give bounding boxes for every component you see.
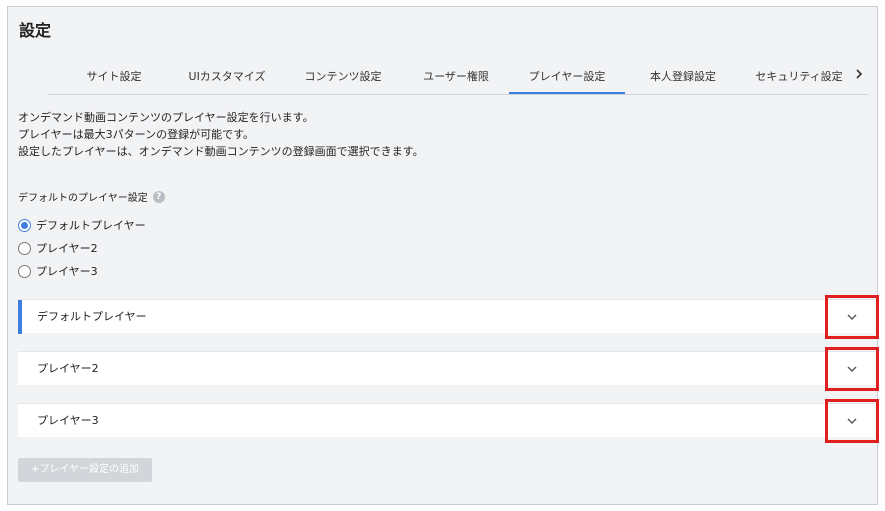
tab-identity-registration[interactable]: 本人登録設定: [637, 63, 729, 94]
tab-site-settings[interactable]: サイト設定: [76, 63, 152, 94]
accordion-expand-toggle[interactable]: [825, 399, 879, 443]
settings-panel: 設定 サイト設定 UIカスタマイズ コンテンツ設定 ユーザー権限 プレイヤー設定…: [7, 6, 879, 505]
accordion-default-player[interactable]: デフォルトプレイヤー: [18, 295, 879, 339]
radio-default-player[interactable]: デフォルトプレイヤー: [18, 217, 146, 233]
accordion-label: プレイヤー2: [37, 362, 99, 375]
radio-label: プレイヤー3: [36, 265, 98, 278]
accordion-player-3[interactable]: プレイヤー3: [18, 399, 879, 443]
description-line: 設定したプレイヤーは、オンデマンド動画コンテンツの登録画面で選択できます。: [18, 145, 424, 158]
accordion-expand-toggle[interactable]: [825, 295, 879, 339]
settings-tabs: サイト設定 UIカスタマイズ コンテンツ設定 ユーザー権限 プレイヤー設定 本人…: [48, 63, 868, 95]
radio-label: デフォルトプレイヤー: [36, 219, 146, 232]
description: オンデマンド動画コンテンツのプレイヤー設定を行います。 プレイヤーは最大3パター…: [18, 109, 424, 160]
accordion-expand-toggle[interactable]: [825, 347, 879, 391]
chevron-down-icon: [847, 418, 857, 424]
tab-content-settings[interactable]: コンテンツ設定: [295, 63, 391, 94]
radio-button[interactable]: [18, 264, 31, 278]
accordion-label: プレイヤー3: [37, 414, 99, 427]
default-player-label: デフォルトのプレイヤー設定: [18, 193, 148, 204]
radio-player-3[interactable]: プレイヤー3: [18, 263, 98, 279]
add-player-settings-button[interactable]: +プレイヤー設定の追加: [18, 458, 152, 482]
page-title: 設定: [19, 21, 52, 40]
default-player-heading: デフォルトのプレイヤー設定 ?: [18, 189, 165, 204]
tab-security-settings[interactable]: セキュリティ設定: [749, 63, 849, 94]
description-line: オンデマンド動画コンテンツのプレイヤー設定を行います。: [18, 111, 314, 124]
chevron-right-icon[interactable]: [854, 63, 864, 93]
description-line: プレイヤーは最大3パターンの登録が可能です。: [18, 128, 255, 141]
radio-button[interactable]: [18, 241, 31, 255]
chevron-down-icon: [847, 366, 857, 372]
chevron-down-icon: [847, 314, 857, 320]
tab-user-permissions[interactable]: ユーザー権限: [413, 63, 499, 94]
radio-player-2[interactable]: プレイヤー2: [18, 240, 98, 256]
tab-ui-customize[interactable]: UIカスタマイズ: [179, 63, 275, 94]
accordion-label: デフォルトプレイヤー: [37, 310, 147, 323]
accordion-player-2[interactable]: プレイヤー2: [18, 347, 879, 391]
radio-label: プレイヤー2: [36, 242, 98, 255]
tab-player-settings[interactable]: プレイヤー設定: [509, 63, 625, 94]
help-icon[interactable]: ?: [152, 190, 165, 203]
radio-button-checked[interactable]: [18, 218, 31, 232]
